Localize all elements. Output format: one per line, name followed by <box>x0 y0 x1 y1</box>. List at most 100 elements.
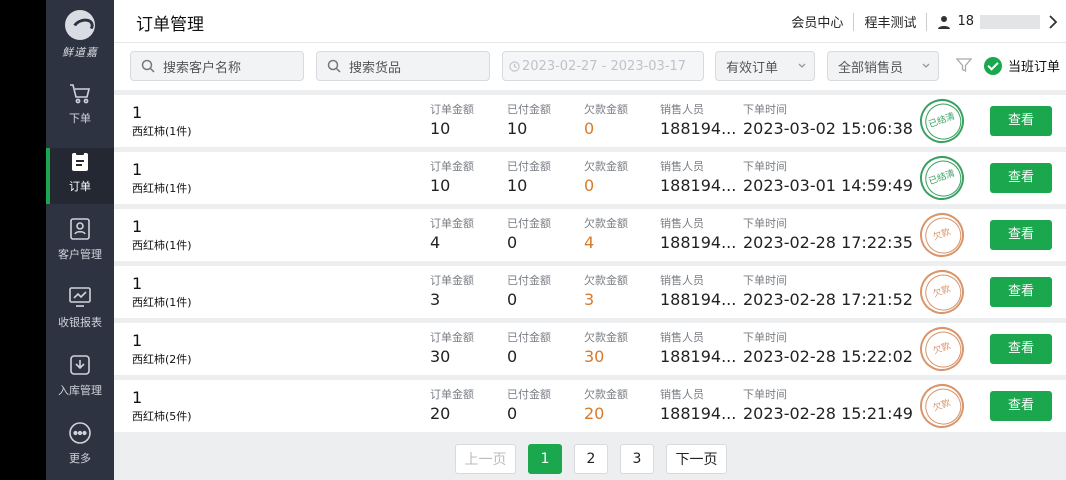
chevron-right-icon[interactable] <box>1048 14 1058 29</box>
order-list: 1 西红柿(1件) 订单金额 10 已付金额 10 欠款金额 0 销售人员 188194… <box>114 92 1066 437</box>
salesperson-label: 销售人员 <box>660 331 704 344</box>
salesperson: 188194... <box>660 176 737 195</box>
owed-stamp: 欠款 <box>913 263 971 321</box>
search-icon <box>327 59 341 73</box>
sidebar-item-label: 订单 <box>69 180 91 193</box>
paid-amount-label: 已付金额 <box>507 103 551 116</box>
owed-amount: 30 <box>584 347 605 366</box>
customer-search-placeholder: 搜索客户名称 <box>163 60 242 76</box>
sidebar-item-inbound[interactable]: 入库管理 <box>46 352 114 408</box>
sidebar-item-label: 入库管理 <box>58 384 102 397</box>
order-qty: 1 <box>132 217 143 236</box>
sidebar-item-customers[interactable]: 客户管理 <box>46 216 114 272</box>
goods-search-input[interactable]: 搜索货品 <box>316 51 490 81</box>
paid-amount-label: 已付金额 <box>507 388 551 401</box>
sidebar-item-label: 收银报表 <box>58 316 102 329</box>
filter-icon[interactable] <box>956 57 972 73</box>
sidebar-item-order-entry[interactable]: 下单 <box>46 80 114 136</box>
salesperson: 188194... <box>660 233 737 252</box>
redacted-block <box>980 14 1040 29</box>
paid-amount: 10 <box>507 176 528 195</box>
sidebar-item-label: 客户管理 <box>58 248 102 261</box>
view-button[interactable]: 查看 <box>990 220 1052 250</box>
view-button[interactable]: 查看 <box>990 334 1052 364</box>
owed-amount: 20 <box>584 404 605 423</box>
order-time-label: 下单时间 <box>743 103 787 116</box>
screen-edge <box>0 0 46 480</box>
paid-amount: 0 <box>507 233 518 252</box>
owed-amount: 0 <box>584 119 595 138</box>
order-row: 1 西红柿(1件) 订单金额 3 已付金额 0 欠款金额 3 销售人员 188194..… <box>114 263 1066 321</box>
order-amount-label: 订单金额 <box>430 331 474 344</box>
owed-amount: 0 <box>584 176 595 195</box>
next-page-button[interactable]: 下一页 <box>666 444 727 474</box>
page-button-2[interactable]: 2 <box>574 444 608 474</box>
member-center-link[interactable]: 会员中心 <box>791 12 843 31</box>
order-amount: 30 <box>430 347 451 366</box>
store-name[interactable]: 程丰测试 <box>864 12 916 31</box>
order-qty: 1 <box>132 388 143 407</box>
salesperson-label: 销售人员 <box>660 217 704 230</box>
order-amount: 4 <box>430 233 441 252</box>
salesperson-label: 销售人员 <box>660 103 704 116</box>
order-amount-label: 订单金额 <box>430 103 474 116</box>
owed-amount-label: 欠款金额 <box>584 274 628 287</box>
clock-icon <box>509 60 520 72</box>
settled-stamp: 已结清 <box>913 149 971 207</box>
owed-amount-label: 欠款金额 <box>584 217 628 230</box>
logo-icon <box>65 10 95 40</box>
owed-amount-label: 欠款金额 <box>584 388 628 401</box>
user-phone[interactable]: 18 <box>957 14 974 29</box>
clipboard-icon <box>72 151 88 171</box>
sidebar-item-orders[interactable]: 订单 <box>46 148 114 204</box>
owed-stamp: 欠款 <box>913 320 971 378</box>
order-amount: 20 <box>430 404 451 423</box>
order-time: 2023-02-28 15:22:02 <box>743 347 913 366</box>
sidebar-item-cash-report[interactable]: 收银报表 <box>46 284 114 340</box>
page-title: 订单管理 <box>136 15 204 35</box>
top-bar: 订单管理 会员中心 程丰测试 18 <box>114 0 1066 42</box>
customer-icon <box>70 218 90 240</box>
order-qty: 1 <box>132 160 143 179</box>
pagination: 上一页 1 2 3 下一页 <box>455 444 739 474</box>
owed-amount-label: 欠款金额 <box>584 331 628 344</box>
order-goods: 西红柿(1件) <box>132 125 192 138</box>
filter-bar: 搜索客户名称 搜索货品 2023-02-27 - 2023-03-17 有效订单… <box>114 42 1066 90</box>
owed-amount: 4 <box>584 233 595 252</box>
owed-amount-label: 欠款金额 <box>584 160 628 173</box>
paid-amount: 0 <box>507 404 518 423</box>
goods-search-placeholder: 搜索货品 <box>349 60 402 76</box>
order-time: 2023-02-28 15:21:49 <box>743 404 913 423</box>
app-logo: 鲜道嘉 <box>46 8 114 68</box>
settled-stamp: 已结清 <box>913 92 971 150</box>
sidebar-item-more[interactable]: 更多 <box>46 420 114 476</box>
view-button[interactable]: 查看 <box>990 163 1052 193</box>
check-circle-icon <box>984 56 1002 75</box>
salesperson-select[interactable]: 全部销售员 <box>827 51 939 81</box>
salesperson: 188194... <box>660 347 737 366</box>
view-button[interactable]: 查看 <box>990 277 1052 307</box>
date-range-picker[interactable]: 2023-02-27 - 2023-03-17 <box>502 51 704 81</box>
page-button-3[interactable]: 3 <box>620 444 654 474</box>
page-button-1[interactable]: 1 <box>528 444 562 474</box>
paid-amount-label: 已付金额 <box>507 274 551 287</box>
order-status-select[interactable]: 有效订单 <box>715 51 815 81</box>
view-button[interactable]: 查看 <box>990 391 1052 421</box>
prev-page-button[interactable]: 上一页 <box>455 444 516 474</box>
order-time: 2023-03-01 14:59:49 <box>743 176 913 195</box>
order-qty: 1 <box>132 103 143 122</box>
salesperson: 188194... <box>660 290 737 309</box>
customer-search-input[interactable]: 搜索客户名称 <box>130 51 304 81</box>
order-time-label: 下单时间 <box>743 331 787 344</box>
view-button[interactable]: 查看 <box>990 106 1052 136</box>
shift-orders-toggle[interactable]: 当班订单 <box>984 56 1060 75</box>
owed-amount: 3 <box>584 290 595 309</box>
order-qty: 1 <box>132 274 143 293</box>
salesperson: 188194... <box>660 404 737 423</box>
more-icon <box>69 422 91 444</box>
order-goods: 西红柿(1件) <box>132 296 192 309</box>
order-amount: 10 <box>430 119 451 138</box>
chevron-down-icon <box>922 63 930 68</box>
brand-name: 鲜道嘉 <box>62 46 98 59</box>
order-time-label: 下单时间 <box>743 160 787 173</box>
